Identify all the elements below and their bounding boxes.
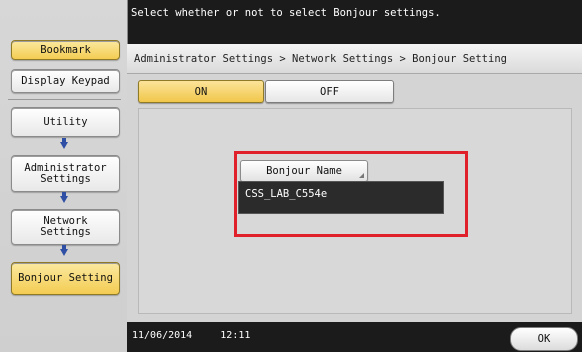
sidebar: Bookmark Display Keypad Utility Administ… (0, 0, 128, 352)
ok-button[interactable]: OK (510, 327, 578, 351)
breadcrumb: Administrator Settings > Network Setting… (127, 44, 582, 74)
settings-panel: Administrator Settings > Network Setting… (127, 44, 582, 322)
bonjour-name-button[interactable]: Bonjour Name (240, 160, 368, 182)
sidebar-item-utility[interactable]: Utility (11, 107, 120, 137)
bonjour-name-value: CSS_LAB_C554e (238, 181, 444, 214)
down-arrow-icon (60, 245, 68, 256)
sidebar-item-administrator-settings[interactable]: Administrator Settings (11, 155, 120, 192)
on-button[interactable]: ON (138, 80, 264, 103)
sidebar-item-bonjour-setting[interactable]: Bonjour Setting (11, 262, 120, 295)
sidebar-item-network-settings[interactable]: Network Settings (11, 209, 120, 245)
date: 11/06/2014 (132, 330, 193, 341)
status-bar: 11/06/2014 12:11 OK (127, 322, 582, 352)
printer-control-panel: Bookmark Display Keypad Utility Administ… (0, 0, 582, 352)
down-arrow-icon (60, 192, 68, 203)
date-time: 11/06/2014 12:11 (132, 330, 250, 341)
bookmark-button[interactable]: Bookmark (11, 40, 120, 60)
down-arrow-icon (60, 138, 68, 149)
sidebar-divider (8, 99, 121, 100)
instruction-message: Select whether or not to select Bonjour … (131, 7, 441, 19)
off-button[interactable]: OFF (265, 80, 394, 103)
display-keypad-button[interactable]: Display Keypad (11, 69, 120, 93)
content-area: Bonjour Name CSS_LAB_C554e (138, 108, 572, 314)
time: 12:11 (220, 330, 251, 341)
